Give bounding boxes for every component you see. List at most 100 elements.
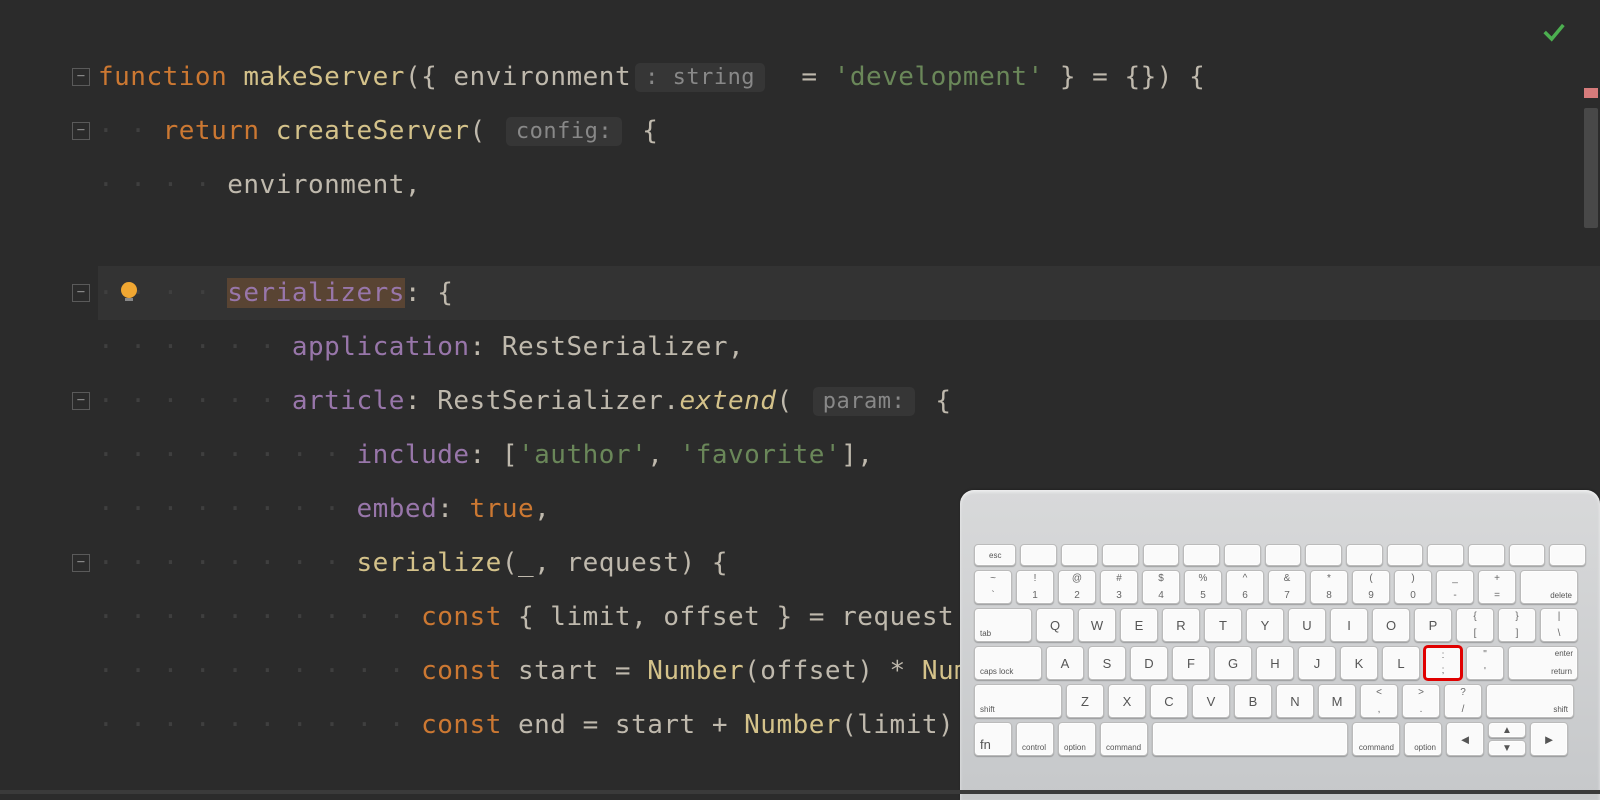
- key-[[interactable]: {[: [1456, 608, 1494, 642]
- code-token: start =: [518, 656, 647, 686]
- key-fn[interactable]: [1143, 544, 1180, 566]
- key-=[interactable]: +=: [1478, 570, 1516, 604]
- key-A[interactable]: A: [1046, 646, 1084, 680]
- key-◄[interactable]: ◄: [1446, 722, 1484, 756]
- key-F[interactable]: F: [1172, 646, 1210, 680]
- key-shift[interactable]: shift: [1486, 684, 1574, 718]
- key-fn[interactable]: [1305, 544, 1342, 566]
- key-Q[interactable]: Q: [1036, 608, 1074, 642]
- key-return[interactable]: enterreturn: [1508, 646, 1578, 680]
- key-T[interactable]: T: [1204, 608, 1242, 642]
- key-arrow-up[interactable]: ▲: [1488, 722, 1526, 738]
- key-W[interactable]: W: [1078, 608, 1116, 642]
- inspection-ok-icon[interactable]: [1540, 18, 1568, 46]
- key-M[interactable]: M: [1318, 684, 1356, 718]
- key-'[interactable]: "': [1466, 646, 1504, 680]
- key-V[interactable]: V: [1192, 684, 1230, 718]
- code-token: ,: [647, 440, 679, 470]
- key-K[interactable]: K: [1340, 646, 1378, 680]
- key-8[interactable]: *8: [1310, 570, 1348, 604]
- key-control[interactable]: control: [1016, 722, 1054, 756]
- code-line[interactable]: · · · · environment,: [98, 158, 1600, 212]
- key-J[interactable]: J: [1298, 646, 1336, 680]
- key-fn[interactable]: [1265, 544, 1302, 566]
- key-E[interactable]: E: [1120, 608, 1158, 642]
- indent-guide: · · · · · · · · · ·: [98, 602, 421, 632]
- key-fn[interactable]: [1061, 544, 1098, 566]
- key-S[interactable]: S: [1088, 646, 1126, 680]
- key-fn[interactable]: [1020, 544, 1057, 566]
- key-command[interactable]: command: [1100, 722, 1148, 756]
- key-space[interactable]: [1152, 722, 1348, 756]
- key-G[interactable]: G: [1214, 646, 1252, 680]
- key-`[interactable]: ~`: [974, 570, 1012, 604]
- key-arrow-down[interactable]: ▼: [1488, 740, 1526, 756]
- key-3[interactable]: #3: [1100, 570, 1138, 604]
- key-\[interactable]: |\: [1540, 608, 1578, 642]
- key-Y[interactable]: Y: [1246, 608, 1284, 642]
- fold-toggle-icon[interactable]: −: [72, 68, 90, 86]
- key-shift[interactable]: shift: [974, 684, 1062, 718]
- key-R[interactable]: R: [1162, 608, 1200, 642]
- code-line[interactable]: · · · · serializers: {: [98, 266, 1600, 320]
- key-0[interactable]: )0: [1394, 570, 1432, 604]
- key--[interactable]: _-: [1436, 570, 1474, 604]
- key-fn[interactable]: [1549, 544, 1586, 566]
- fold-toggle-icon[interactable]: −: [72, 554, 90, 572]
- key-U[interactable]: U: [1288, 608, 1326, 642]
- key-delete[interactable]: delete: [1520, 570, 1578, 604]
- key-caps lock[interactable]: caps lock: [974, 646, 1042, 680]
- code-token: : {: [405, 278, 453, 308]
- key-C[interactable]: C: [1150, 684, 1188, 718]
- code-line[interactable]: [98, 212, 1600, 266]
- code-line[interactable]: · · · · · · application: RestSerializer,: [98, 320, 1600, 374]
- key-fn[interactable]: [1427, 544, 1464, 566]
- key-X[interactable]: X: [1108, 684, 1146, 718]
- key-2[interactable]: @2: [1058, 570, 1096, 604]
- key-command[interactable]: command: [1352, 722, 1400, 756]
- key-N[interactable]: N: [1276, 684, 1314, 718]
- key-fn[interactable]: [1102, 544, 1139, 566]
- key-esc[interactable]: esc: [974, 544, 1016, 566]
- key-4[interactable]: $4: [1142, 570, 1180, 604]
- key-L[interactable]: L: [1382, 646, 1420, 680]
- key-option[interactable]: option: [1058, 722, 1096, 756]
- code-line[interactable]: · · return createServer( config: {: [98, 104, 1600, 158]
- code-line[interactable]: · · · · · · article: RestSerializer.exte…: [98, 374, 1600, 428]
- key-Z[interactable]: Z: [1066, 684, 1104, 718]
- key-fn[interactable]: [1509, 544, 1546, 566]
- key-fn[interactable]: [1468, 544, 1505, 566]
- key-fn[interactable]: fn: [974, 722, 1012, 756]
- key-5[interactable]: %5: [1184, 570, 1222, 604]
- key-][interactable]: }]: [1498, 608, 1536, 642]
- key-fn[interactable]: [1387, 544, 1424, 566]
- key-D[interactable]: D: [1130, 646, 1168, 680]
- code-line[interactable]: · · · · · · · · include: ['author', 'fav…: [98, 428, 1600, 482]
- key-7[interactable]: &7: [1268, 570, 1306, 604]
- key-fn[interactable]: [1224, 544, 1261, 566]
- key-.[interactable]: >.: [1402, 684, 1440, 718]
- key-O[interactable]: O: [1372, 608, 1410, 642]
- key-/[interactable]: ?/: [1444, 684, 1482, 718]
- key-I[interactable]: I: [1330, 608, 1368, 642]
- code-token: ],: [841, 440, 873, 470]
- code-line[interactable]: function makeServer({ environment: strin…: [98, 50, 1600, 104]
- key-fn[interactable]: [1183, 544, 1220, 566]
- key-B[interactable]: B: [1234, 684, 1272, 718]
- key-H[interactable]: H: [1256, 646, 1294, 680]
- key-►[interactable]: ►: [1530, 722, 1568, 756]
- key-option[interactable]: option: [1404, 722, 1442, 756]
- intention-bulb-icon[interactable]: [118, 280, 140, 312]
- key-;[interactable]: :;: [1424, 646, 1462, 680]
- code-token: 'author': [518, 440, 647, 470]
- fold-toggle-icon[interactable]: −: [72, 122, 90, 140]
- key-P[interactable]: P: [1414, 608, 1452, 642]
- key-6[interactable]: ^6: [1226, 570, 1264, 604]
- key-fn[interactable]: [1346, 544, 1383, 566]
- key-1[interactable]: !1: [1016, 570, 1054, 604]
- key-9[interactable]: (9: [1352, 570, 1390, 604]
- key-tab[interactable]: tab: [974, 608, 1032, 642]
- fold-toggle-icon[interactable]: −: [72, 284, 90, 302]
- fold-toggle-icon[interactable]: −: [72, 392, 90, 410]
- key-,[interactable]: <,: [1360, 684, 1398, 718]
